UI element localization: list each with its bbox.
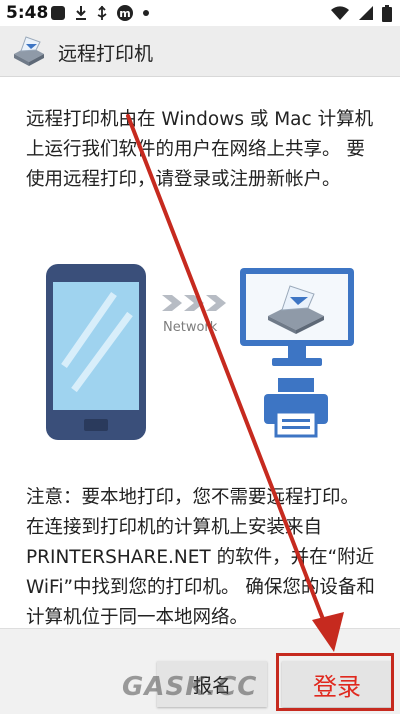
page-title: 远程打印机 [58, 43, 154, 65]
usb-icon [97, 5, 107, 20]
battery-icon [382, 4, 392, 22]
phone-icon [46, 264, 146, 440]
app-bar: 远程打印机 [0, 26, 400, 77]
printer-icon [264, 378, 328, 438]
m-app-icon: m [117, 5, 133, 21]
description-text: 远程打印机由在 Windows 或 Mac 计算机上运行我们软件的用户在网络上共… [26, 109, 374, 190]
signal-icon [359, 6, 373, 20]
square-icon [51, 6, 65, 20]
download-icon [76, 6, 86, 20]
status-bar: 5:48 m [0, 0, 400, 26]
login-button[interactable]: 登录 [282, 661, 392, 707]
status-icons-left: m [50, 4, 150, 22]
status-icons-right [330, 4, 392, 22]
note-text: 注意：要本地打印，您不需要远程打印。 在连接到打印机的计算机上安装来自 PRIN… [26, 487, 375, 628]
monitor-icon [240, 268, 354, 366]
watermark-logo: GASK.CC [122, 672, 258, 702]
dot-icon [143, 10, 149, 16]
status-time: 5:48 [6, 3, 49, 23]
svg-text:m: m [119, 7, 130, 20]
network-arrows-icon [162, 295, 226, 311]
printer-app-icon [14, 36, 44, 66]
wifi-icon [331, 6, 349, 20]
network-label: Network [163, 320, 218, 335]
